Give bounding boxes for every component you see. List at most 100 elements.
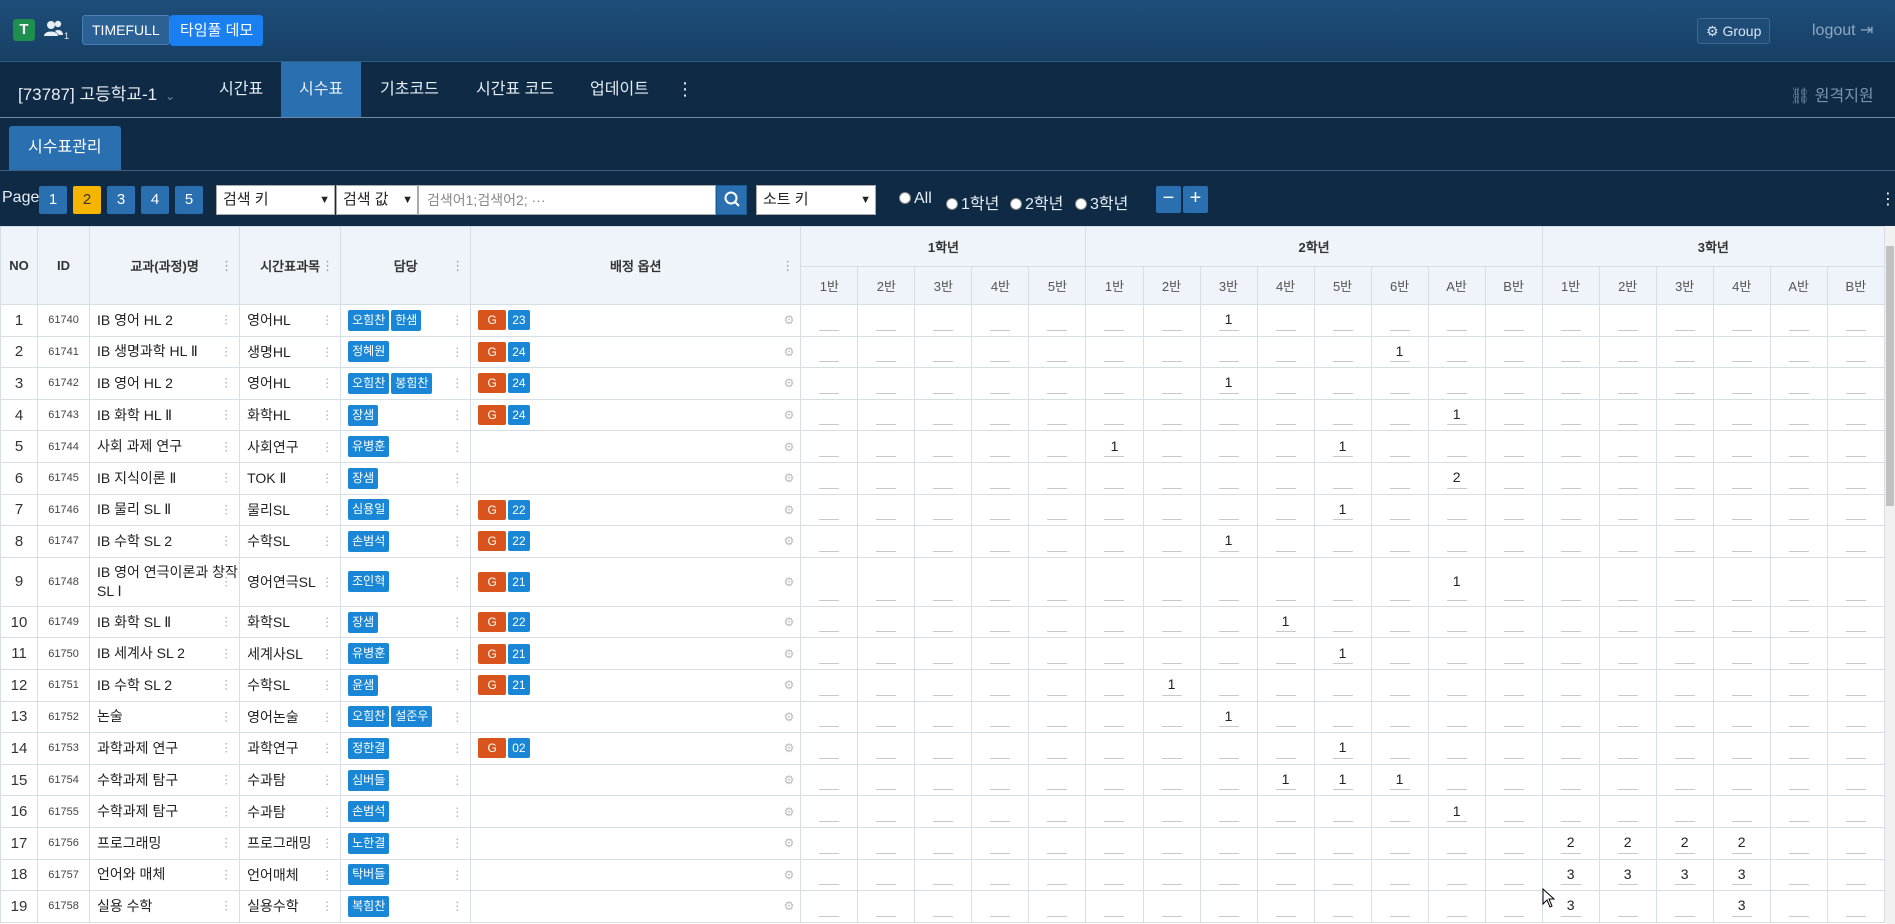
hours-cell[interactable] (971, 605, 1030, 639)
hours-cell[interactable] (1598, 556, 1657, 607)
remote-support-link[interactable]: ⛓ 원격지원 (1790, 82, 1874, 106)
row-assign[interactable]: G 21 ⚙ (470, 556, 802, 607)
row-subject[interactable]: IB 화학 HL Ⅱ ⋮ (89, 398, 241, 432)
row-menu-icon[interactable]: ⋮ (321, 678, 333, 692)
nav-timetable-code[interactable]: 시간표 코드 (458, 62, 572, 117)
row-tt-subject[interactable]: 영어논술 ⋮ (239, 700, 342, 734)
hours-cell[interactable] (1541, 668, 1600, 702)
hours-cell[interactable] (1370, 732, 1429, 765)
settings-gear-icon[interactable]: ⚙ (784, 376, 795, 390)
row-teacher[interactable]: 복힘찬 ⋮ (340, 890, 472, 923)
hours-cell[interactable] (1427, 335, 1486, 369)
row-menu-icon[interactable]: ⋮ (451, 408, 463, 422)
hours-cell[interactable] (1598, 367, 1657, 400)
hours-cell[interactable] (1541, 398, 1600, 432)
hours-cell[interactable] (1598, 605, 1657, 639)
hours-cell[interactable] (1769, 525, 1828, 558)
toolbar-more-icon[interactable]: ⋮ (1880, 189, 1895, 209)
table-row[interactable]: 1 61740 IB 영어 HL 2 ⋮ 영어HL ⋮ 오힘찬 한샘 ⋮ G 23 ⚙ 1 (0, 304, 1885, 337)
hours-cell[interactable]: 1 (1370, 763, 1429, 797)
hours-cell[interactable] (1256, 461, 1315, 495)
settings-gear-icon[interactable]: ⚙ (784, 741, 795, 755)
row-menu-icon[interactable]: ⋮ (451, 313, 463, 327)
row-assign[interactable]: ⚙ (470, 763, 802, 797)
hours-cell[interactable] (1484, 637, 1543, 670)
row-subject[interactable]: 논술 ⋮ (89, 700, 241, 734)
expand-button[interactable]: + (1183, 186, 1208, 213)
hours-cell[interactable] (1712, 668, 1771, 702)
hours-cell[interactable] (1655, 304, 1714, 337)
hours-cell[interactable] (1484, 335, 1543, 369)
hours-cell[interactable] (1541, 637, 1600, 670)
row-subject[interactable]: IB 영어 연극이론과 창작 SL Ⅰ ⋮ (89, 556, 241, 607)
row-menu-icon[interactable]: ⋮ (220, 311, 232, 330)
hours-cell[interactable] (800, 493, 859, 527)
hours-cell[interactable] (914, 556, 973, 607)
hours-cell[interactable] (1484, 525, 1543, 558)
row-menu-icon[interactable]: ⋮ (220, 500, 232, 519)
row-menu-icon[interactable]: ⋮ (321, 503, 333, 517)
hours-cell[interactable] (1199, 605, 1258, 639)
hours-cell[interactable] (1085, 335, 1144, 369)
settings-gear-icon[interactable]: ⚙ (784, 440, 795, 454)
hours-cell[interactable] (1199, 493, 1258, 527)
row-subject[interactable]: 사회 과제 연구 ⋮ (89, 430, 241, 463)
row-menu-icon[interactable]: ⋮ (451, 805, 463, 819)
hours-cell[interactable] (1085, 732, 1144, 765)
nav-base-code[interactable]: 기초코드 (362, 62, 457, 117)
hours-cell[interactable] (1712, 335, 1771, 369)
row-assign[interactable]: ⚙ (470, 795, 802, 828)
hours-cell[interactable] (1598, 398, 1657, 432)
hours-cell[interactable]: 1 (1370, 335, 1429, 369)
row-menu-icon[interactable]: ⋮ (451, 440, 463, 454)
hours-cell[interactable] (1085, 700, 1144, 734)
hours-cell[interactable] (1826, 858, 1885, 892)
row-menu-icon[interactable]: ⋮ (321, 313, 333, 327)
settings-gear-icon[interactable]: ⚙ (784, 313, 795, 327)
table-row[interactable]: 5 61744 사회 과제 연구 ⋮ 사회연구 ⋮ 유병훈 ⋮ ⚙ 1 1 (0, 430, 1885, 463)
row-subject[interactable]: IB 영어 HL 2 ⋮ (89, 304, 241, 337)
page-button-1[interactable]: 1 (39, 186, 67, 214)
teacher-badge[interactable]: 탁버들 (348, 864, 390, 886)
hours-cell[interactable] (1256, 858, 1315, 892)
page-button-5[interactable]: 5 (175, 186, 203, 214)
hours-cell[interactable] (1655, 493, 1714, 527)
hours-cell[interactable] (1769, 858, 1828, 892)
hours-cell[interactable]: 1 (1313, 493, 1372, 527)
row-assign[interactable]: ⚙ (470, 826, 802, 860)
hours-cell[interactable] (971, 335, 1030, 369)
hours-cell[interactable] (1256, 668, 1315, 702)
hours-cell[interactable] (857, 367, 916, 400)
row-menu-icon[interactable]: ⋮ (220, 532, 232, 551)
row-assign[interactable]: G 21 ⚙ (470, 637, 802, 670)
table-row[interactable]: 13 61752 논술 ⋮ 영어논술 ⋮ 오힘찬 설준우 ⋮ ⚙ 1 (0, 700, 1885, 734)
hours-cell[interactable] (1598, 637, 1657, 670)
row-menu-icon[interactable]: ⋮ (451, 868, 463, 882)
hours-cell[interactable] (971, 556, 1030, 607)
hours-cell[interactable] (1199, 858, 1258, 892)
logout-link[interactable]: logout ⇥ (1812, 20, 1873, 40)
hours-cell[interactable] (1484, 304, 1543, 337)
hours-cell[interactable] (1256, 637, 1315, 670)
teacher-badge[interactable]: 심용일 (348, 499, 390, 521)
hours-cell[interactable] (1142, 605, 1201, 639)
hours-cell[interactable]: 1 (1199, 367, 1258, 400)
hours-cell[interactable] (1256, 890, 1315, 923)
row-menu-icon[interactable]: ⋮ (451, 647, 463, 661)
row-tt-subject[interactable]: 세계사SL ⋮ (239, 637, 342, 670)
row-menu-icon[interactable]: ⋮ (220, 406, 232, 425)
group-number-badge[interactable]: 24 (508, 373, 530, 394)
hours-cell[interactable] (1370, 493, 1429, 527)
hours-cell[interactable] (1085, 556, 1144, 607)
hours-cell[interactable] (1028, 700, 1087, 734)
hours-cell[interactable] (1427, 826, 1486, 860)
hours-cell[interactable] (1541, 795, 1600, 828)
hours-cell[interactable] (971, 763, 1030, 797)
hours-cell[interactable] (914, 700, 973, 734)
nav-update[interactable]: 업데이트 (572, 62, 667, 117)
hours-cell[interactable] (1484, 890, 1543, 923)
hours-cell[interactable]: 1 (1313, 732, 1372, 765)
table-row[interactable]: 7 61746 IB 물리 SL Ⅱ ⋮ 물리SL ⋮ 심용일 ⋮ G 22 ⚙ 1 (0, 493, 1885, 527)
hours-cell[interactable] (1598, 890, 1657, 923)
row-menu-icon[interactable]: ⋮ (321, 647, 333, 661)
